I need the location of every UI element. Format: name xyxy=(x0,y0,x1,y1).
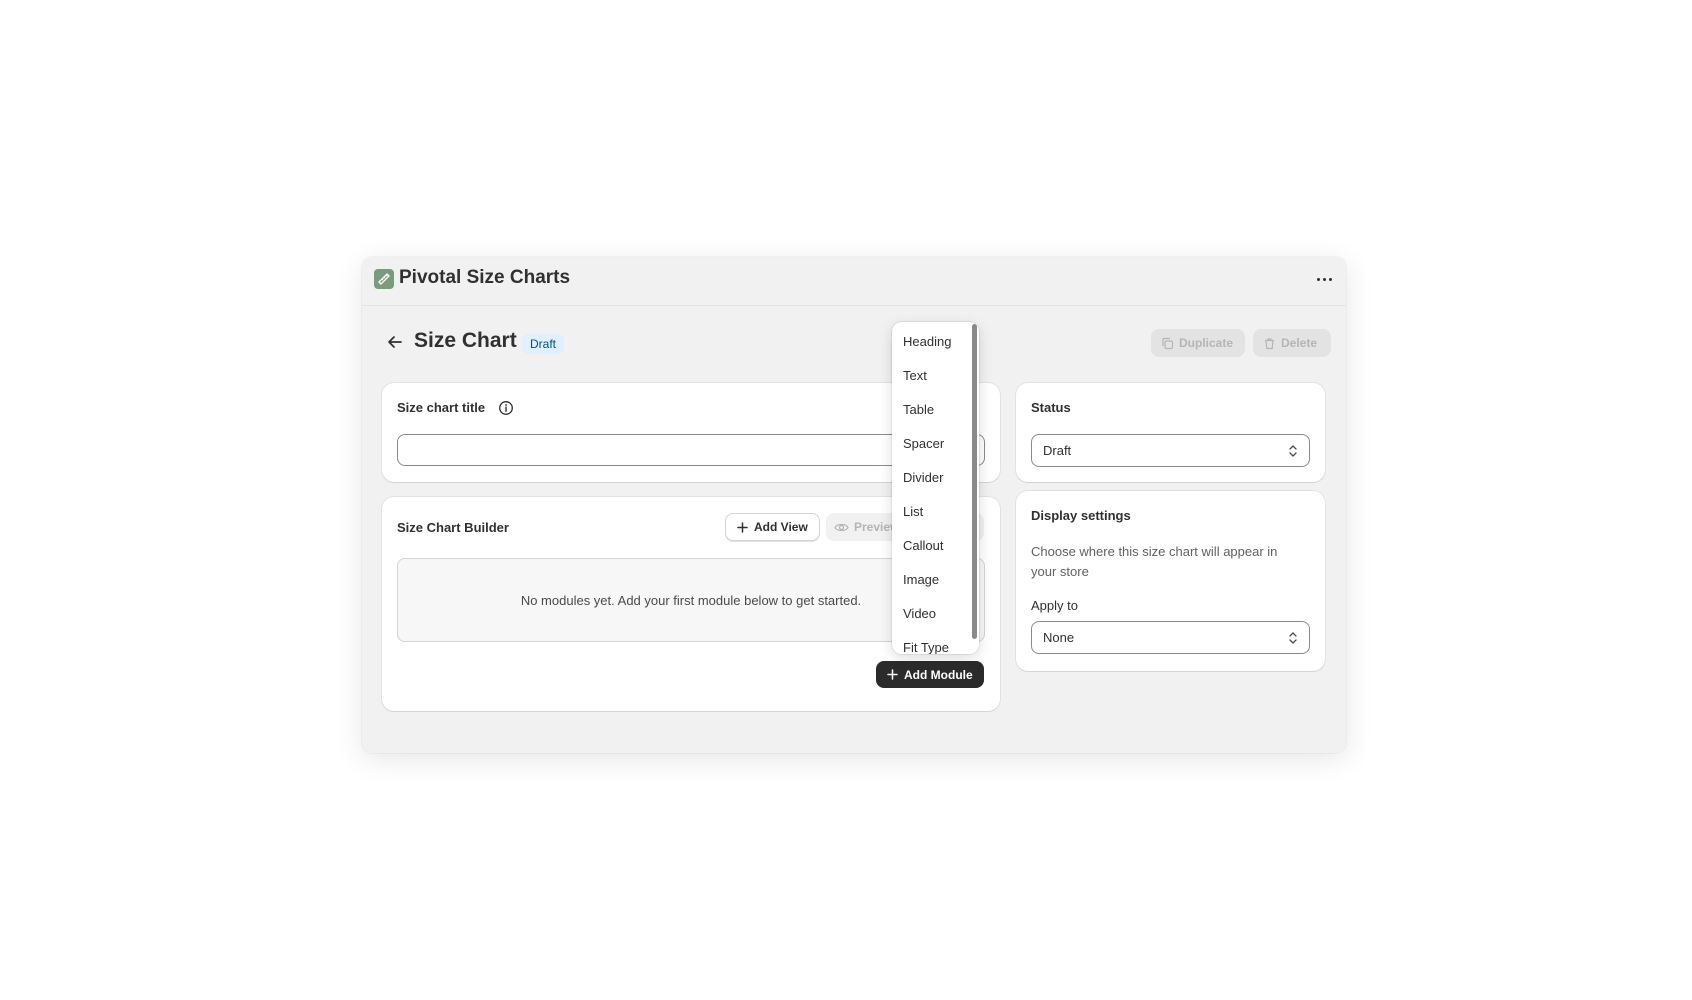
menu-item-heading[interactable]: Heading xyxy=(903,334,951,349)
size-chart-title-label: Size chart title xyxy=(397,400,486,415)
more-horizontal-icon[interactable] xyxy=(1312,269,1336,289)
duplicate-label: Duplicate xyxy=(1179,336,1234,350)
menu-item-image[interactable]: Image xyxy=(903,572,939,587)
add-module-label: Add Module xyxy=(904,667,973,682)
menu-item-table[interactable]: Table xyxy=(903,402,934,417)
add-module-button[interactable]: Add Module xyxy=(876,661,984,688)
eye-icon xyxy=(834,523,849,531)
arrow-left-icon[interactable] xyxy=(386,333,404,351)
menu-item-text[interactable]: Text xyxy=(903,368,927,383)
app-window: Pivotal Size Charts Size Chart Draft Dup… xyxy=(362,257,1346,753)
status-card: Status Draft xyxy=(1016,383,1325,482)
display-settings-title: Display settings xyxy=(1031,508,1131,523)
menu-item-spacer[interactable]: Spacer xyxy=(903,436,944,451)
copy-icon xyxy=(1162,337,1174,349)
display-settings-description: Choose where this size chart will appear… xyxy=(1031,544,1278,579)
app-header: Pivotal Size Charts xyxy=(362,257,1346,306)
status-title: Status xyxy=(1031,400,1071,415)
plus-icon xyxy=(887,669,898,680)
duplicate-button[interactable]: Duplicate xyxy=(1151,329,1245,357)
apply-to-select[interactable]: None xyxy=(1031,621,1310,654)
menu-item-list[interactable]: List xyxy=(903,504,923,519)
builder-title: Size Chart Builder xyxy=(397,520,509,535)
dropdown-scrollbar[interactable] xyxy=(972,324,977,639)
plus-icon xyxy=(737,521,748,533)
menu-item-fit-type[interactable]: Fit Type xyxy=(903,640,949,654)
menu-item-divider[interactable]: Divider xyxy=(903,470,943,485)
delete-button[interactable]: Delete xyxy=(1253,329,1331,357)
add-view-button[interactable]: Add View xyxy=(725,513,820,541)
trash-icon xyxy=(1265,337,1274,349)
add-view-label: Add View xyxy=(754,520,808,534)
status-select[interactable]: Draft xyxy=(1031,434,1310,467)
delete-label: Delete xyxy=(1281,336,1318,350)
page-title: Size Chart xyxy=(414,329,517,352)
module-type-dropdown[interactable]: Heading Text Table Spacer Divider List C… xyxy=(892,322,979,654)
chevron-up-down-icon xyxy=(1289,631,1297,644)
info-icon[interactable] xyxy=(498,400,514,416)
status-select-value: Draft xyxy=(1043,443,1072,458)
apply-to-select-value: None xyxy=(1043,630,1075,645)
ruler-icon xyxy=(374,269,394,289)
apply-to-label: Apply to xyxy=(1031,598,1078,613)
display-settings-card: Display settings Choose where this size … xyxy=(1016,491,1325,671)
menu-item-callout[interactable]: Callout xyxy=(903,538,943,553)
chevron-up-down-icon xyxy=(1289,444,1297,457)
status-badge: Draft xyxy=(522,334,565,354)
menu-item-video[interactable]: Video xyxy=(903,606,936,621)
app-title: Pivotal Size Charts xyxy=(399,267,571,288)
empty-message: No modules yet. Add your first module be… xyxy=(520,592,862,608)
